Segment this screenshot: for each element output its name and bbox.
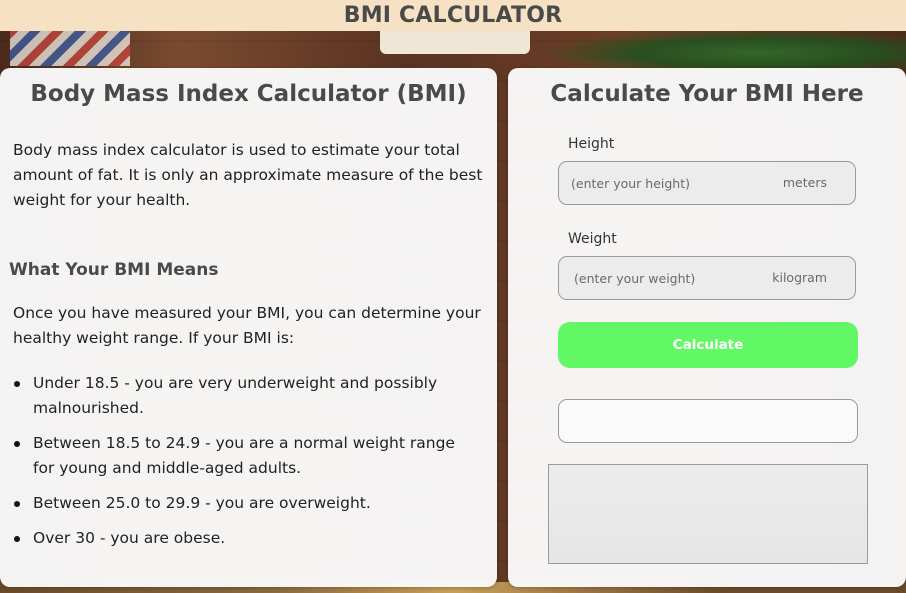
height-input[interactable] <box>571 162 771 204</box>
weight-unit: kilogram <box>772 270 827 285</box>
info-intro: Body mass index calculator is used to es… <box>13 141 483 209</box>
weight-label: Weight <box>568 231 617 247</box>
bmi-range-list: Under 18.5 - you are very underweight an… <box>14 371 473 561</box>
background-card-decoration <box>380 28 530 54</box>
weight-field: kilogram <box>558 256 856 300</box>
bmi-result-output <box>558 399 858 443</box>
background-envelope-decoration <box>10 28 130 66</box>
height-field: meters <box>558 161 856 205</box>
page-title: BMI CALCULATOR <box>343 3 563 28</box>
bmi-range-item: Between 18.5 to 24.9 - you are a normal … <box>14 431 473 481</box>
bmi-info-panel: Body Mass Index Calculator (BMI) Body ma… <box>0 68 497 587</box>
calculate-button[interactable]: Calculate <box>558 322 858 368</box>
page-header: BMI CALCULATOR <box>0 0 906 31</box>
height-label: Height <box>568 136 615 152</box>
calculator-title: Calculate Your BMI Here <box>550 81 864 107</box>
bmi-means-heading: What Your BMI Means <box>9 260 219 280</box>
bmi-range-item: Over 30 - you are obese. <box>14 526 473 551</box>
bmi-means-lead: Once you have measured your BMI, you can… <box>13 304 481 347</box>
bmi-message-output <box>548 464 868 564</box>
info-title: Body Mass Index Calculator (BMI) <box>30 81 467 107</box>
weight-input[interactable] <box>574 257 774 299</box>
bmi-range-item: Between 25.0 to 29.9 - you are overweigh… <box>14 491 473 516</box>
bmi-range-item: Under 18.5 - you are very underweight an… <box>14 371 473 421</box>
bmi-calculator-panel: Calculate Your BMI Here Height meters We… <box>508 68 906 587</box>
height-unit: meters <box>782 175 827 190</box>
